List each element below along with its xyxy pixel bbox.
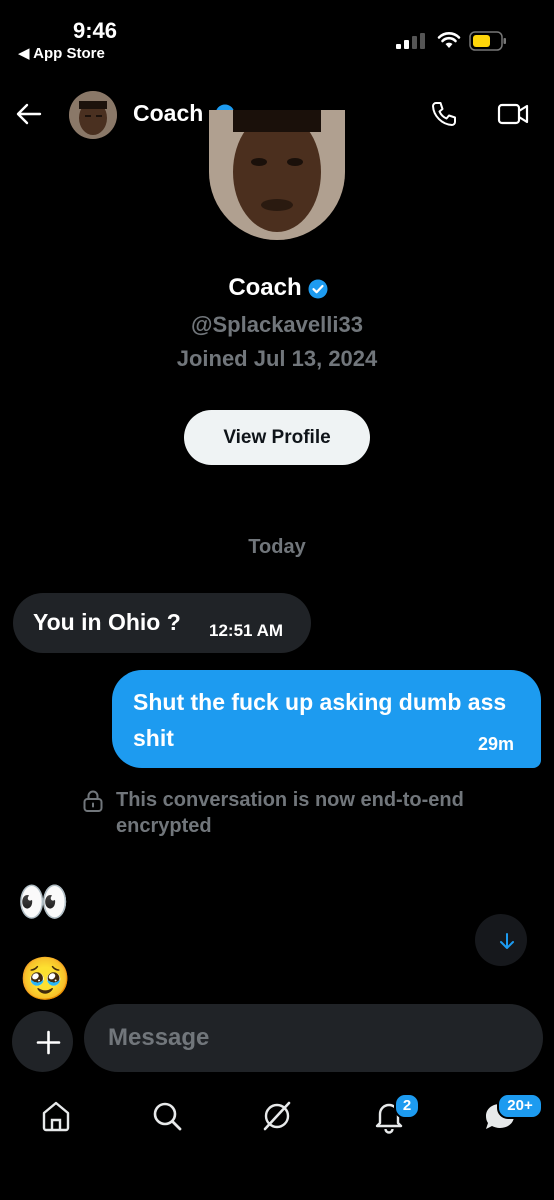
profile-handle: @Splackavelli33: [191, 312, 363, 337]
contact-name[interactable]: Coach: [133, 100, 203, 127]
pleading-face-emoji-message[interactable]: 🥹: [19, 955, 71, 1004]
view-profile-button[interactable]: View Profile: [184, 410, 370, 465]
phone-call-icon[interactable]: [430, 100, 458, 128]
outgoing-message-time: 29m: [478, 734, 515, 754]
contact-avatar[interactable]: [69, 91, 117, 139]
verified-badge-icon: [308, 279, 328, 299]
back-arrow-icon[interactable]: [16, 101, 42, 127]
profile-name: Coach: [228, 274, 302, 301]
plus-icon: [36, 1030, 61, 1055]
profile-avatar: [209, 110, 345, 240]
lock-icon: [83, 790, 103, 812]
encryption-notice: This conversation is now end-to-end encr…: [116, 789, 464, 837]
message-input[interactable]: [84, 1004, 543, 1072]
eyes-emoji-message[interactable]: 👀: [17, 878, 69, 927]
incoming-message-text: You in Ohio ?: [33, 609, 181, 635]
add-attachment-button[interactable]: [12, 1011, 73, 1072]
scroll-to-bottom-button[interactable]: [475, 914, 527, 966]
cellular-signal-icon: [396, 33, 425, 49]
wifi-icon: [437, 32, 461, 48]
grok-icon[interactable]: [257, 1096, 297, 1136]
back-to-app-store-link[interactable]: ◀ App Store: [18, 44, 105, 62]
date-divider: Today: [248, 536, 306, 558]
profile-joined-date: Joined Jul 13, 2024: [176, 346, 378, 371]
video-call-icon[interactable]: [497, 101, 529, 127]
search-icon[interactable]: [147, 1096, 187, 1136]
messages-badge: 20+: [497, 1093, 543, 1119]
outgoing-message-text: Shut the fuck up asking dumb ass shit: [133, 689, 507, 751]
status-time: 9:46: [73, 18, 118, 43]
incoming-message-time: 12:51 AM: [209, 621, 284, 640]
notifications-badge: 2: [394, 1093, 420, 1119]
home-icon[interactable]: [36, 1096, 76, 1136]
arrow-down-icon: [500, 933, 514, 949]
battery-icon: [469, 31, 506, 51]
